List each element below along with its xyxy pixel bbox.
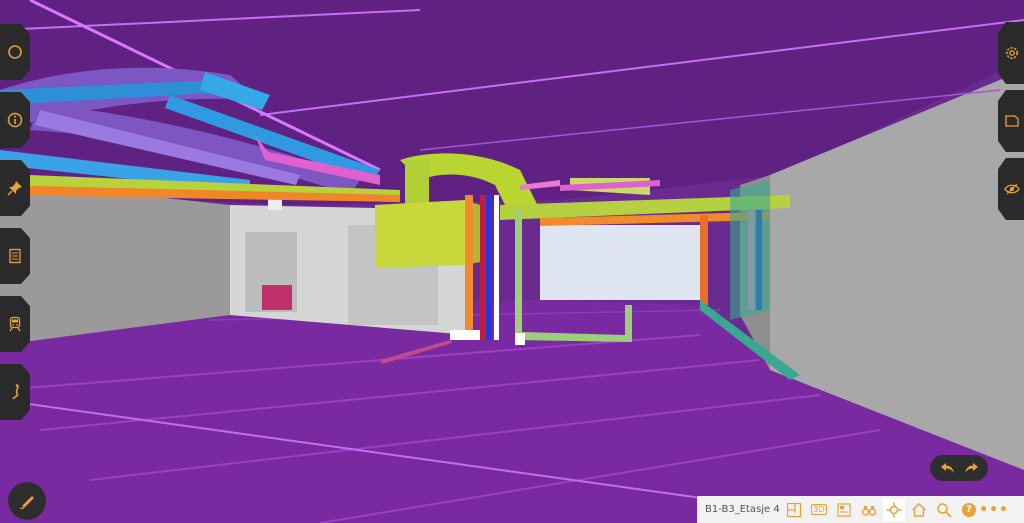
pin-icon — [7, 181, 22, 196]
crosshair-icon — [886, 502, 902, 517]
model-viewport[interactable] — [0, 0, 1024, 523]
undo-button[interactable] — [939, 459, 957, 477]
pin-button[interactable] — [0, 160, 30, 216]
select-button[interactable] — [0, 24, 30, 80]
redo-icon — [964, 463, 978, 473]
search-button[interactable] — [933, 499, 955, 521]
3d-view-label: 3D — [811, 504, 827, 515]
level-label: B1-B3_Etasje 4 — [705, 504, 780, 515]
list-button[interactable] — [0, 228, 30, 284]
pen-icon — [20, 496, 34, 509]
floor-plan-icon — [786, 502, 802, 517]
more-icon: ••• — [979, 501, 1009, 518]
help-icon: ? — [962, 502, 976, 517]
sheet-button[interactable] — [998, 90, 1024, 152]
search-icon — [937, 502, 952, 518]
sheet-view-button[interactable] — [833, 499, 855, 521]
undo-redo-group — [930, 455, 988, 481]
info-button[interactable] — [0, 92, 30, 148]
home-button[interactable] — [908, 499, 930, 521]
eye-icon — [1004, 183, 1020, 195]
train-icon — [9, 316, 21, 332]
gear-icon — [1006, 47, 1018, 59]
circle-icon — [8, 45, 22, 59]
3d-view-button[interactable]: 3D — [808, 499, 830, 521]
train-button[interactable] — [0, 296, 30, 352]
help-button[interactable]: ? — [958, 499, 980, 521]
right-toolbar — [998, 18, 1024, 238]
document-icon — [837, 502, 851, 517]
list-icon — [9, 248, 21, 264]
measure-button[interactable] — [0, 364, 30, 420]
left-toolbar — [0, 18, 30, 420]
redo-button[interactable] — [962, 459, 980, 477]
binoculars-icon — [861, 505, 877, 516]
settings-button[interactable] — [998, 22, 1024, 84]
markup-tool-button[interactable] — [8, 482, 46, 520]
bottom-toolbar: B1-B3_Etasje 4 3D ? ••• — [697, 496, 1024, 523]
home-icon — [912, 502, 926, 517]
sheet-icon — [1005, 115, 1019, 127]
more-button[interactable]: ••• — [979, 499, 1008, 521]
measure-icon — [12, 384, 19, 400]
navigate-button[interactable] — [883, 498, 905, 521]
info-icon — [7, 112, 23, 128]
visibility-button[interactable] — [998, 158, 1024, 220]
binoculars-button[interactable] — [858, 499, 880, 521]
plan-view-button[interactable] — [783, 499, 805, 521]
undo-icon — [940, 463, 954, 473]
